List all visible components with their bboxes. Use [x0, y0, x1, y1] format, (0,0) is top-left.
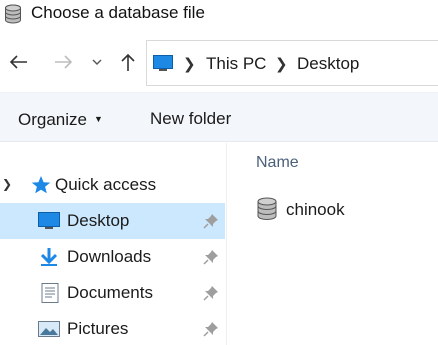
file-name: chinook	[286, 200, 345, 219]
arrow-up-icon	[121, 53, 135, 71]
chevron-down-icon[interactable]: ❯	[2, 177, 12, 191]
list-item[interactable]: chinook	[256, 195, 426, 223]
sidebar-item-label: Desktop	[67, 211, 130, 230]
organize-label: Organize	[18, 110, 87, 129]
sidebar-item-quick-access[interactable]: ❯ Quick access	[0, 167, 225, 203]
database-icon	[257, 197, 277, 220]
desktop-icon	[38, 212, 60, 229]
arrow-left-icon	[9, 55, 27, 69]
pin-icon[interactable]	[203, 213, 219, 229]
sidebar-item-pictures[interactable]: Pictures	[0, 311, 225, 345]
breadcrumb-desktop[interactable]: Desktop	[297, 53, 359, 75]
desktop-icon	[153, 55, 173, 71]
organize-button[interactable]: Organize ▼	[18, 108, 103, 131]
sidebar-item-label: Documents	[67, 283, 153, 302]
navigation-pane: ❯ Quick access Desktop Downloads Documen…	[0, 143, 227, 345]
sidebar-item-label: Pictures	[67, 319, 129, 338]
address-bar[interactable]: ❯ This PC ❯ Desktop	[146, 40, 438, 86]
pictures-icon	[38, 321, 60, 337]
sidebar-item-desktop[interactable]: Desktop	[0, 203, 225, 239]
pin-icon[interactable]	[203, 249, 219, 265]
sidebar-item-label: Quick access	[55, 175, 157, 194]
forward-button[interactable]	[52, 48, 76, 76]
breadcrumb-this-pc[interactable]: This PC	[206, 53, 266, 75]
breadcrumb-separator[interactable]: ❯	[275, 55, 288, 73]
breadcrumb-separator[interactable]: ❯	[183, 55, 196, 73]
up-button[interactable]	[116, 48, 140, 76]
sidebar-item-label: Downloads	[67, 247, 152, 266]
file-list: Name chinook	[228, 143, 438, 345]
documents-icon	[41, 283, 59, 303]
download-icon	[40, 248, 58, 266]
command-toolbar: Organize ▼ New folder	[0, 92, 438, 142]
arrow-right-icon	[55, 55, 73, 69]
back-button[interactable]	[6, 48, 30, 76]
chevron-down-icon	[92, 59, 102, 65]
column-header-name[interactable]: Name	[256, 153, 299, 173]
sidebar-item-documents[interactable]: Documents	[0, 275, 225, 311]
star-icon	[31, 176, 51, 194]
new-folder-button[interactable]: New folder	[150, 108, 231, 130]
pin-icon[interactable]	[203, 321, 219, 337]
window-title: Choose a database file	[31, 3, 205, 22]
recent-locations-button[interactable]	[86, 48, 108, 76]
pin-icon[interactable]	[203, 285, 219, 301]
sidebar-item-downloads[interactable]: Downloads	[0, 239, 225, 275]
title-bar: Choose a database file	[0, 0, 438, 28]
navigation-bar: ❯ This PC ❯ Desktop	[0, 38, 438, 88]
database-icon	[5, 4, 21, 24]
caret-down-icon: ▼	[93, 114, 103, 124]
